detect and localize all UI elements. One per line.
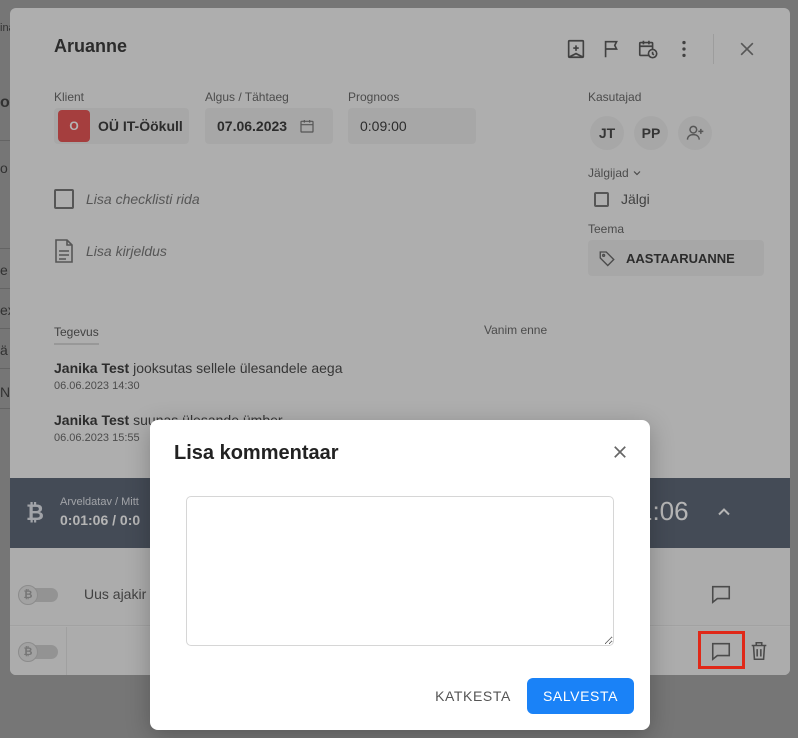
highlight-box [698, 631, 745, 669]
cancel-button[interactable]: KATKESTA [426, 678, 520, 714]
dialog-title: Lisa kommentaar [174, 442, 339, 464]
comment-textarea[interactable] [186, 496, 614, 646]
close-icon[interactable] [608, 440, 632, 464]
save-button[interactable]: SALVESTA [527, 678, 634, 714]
add-comment-dialog: Lisa kommentaar KATKESTA SALVESTA [150, 420, 650, 730]
